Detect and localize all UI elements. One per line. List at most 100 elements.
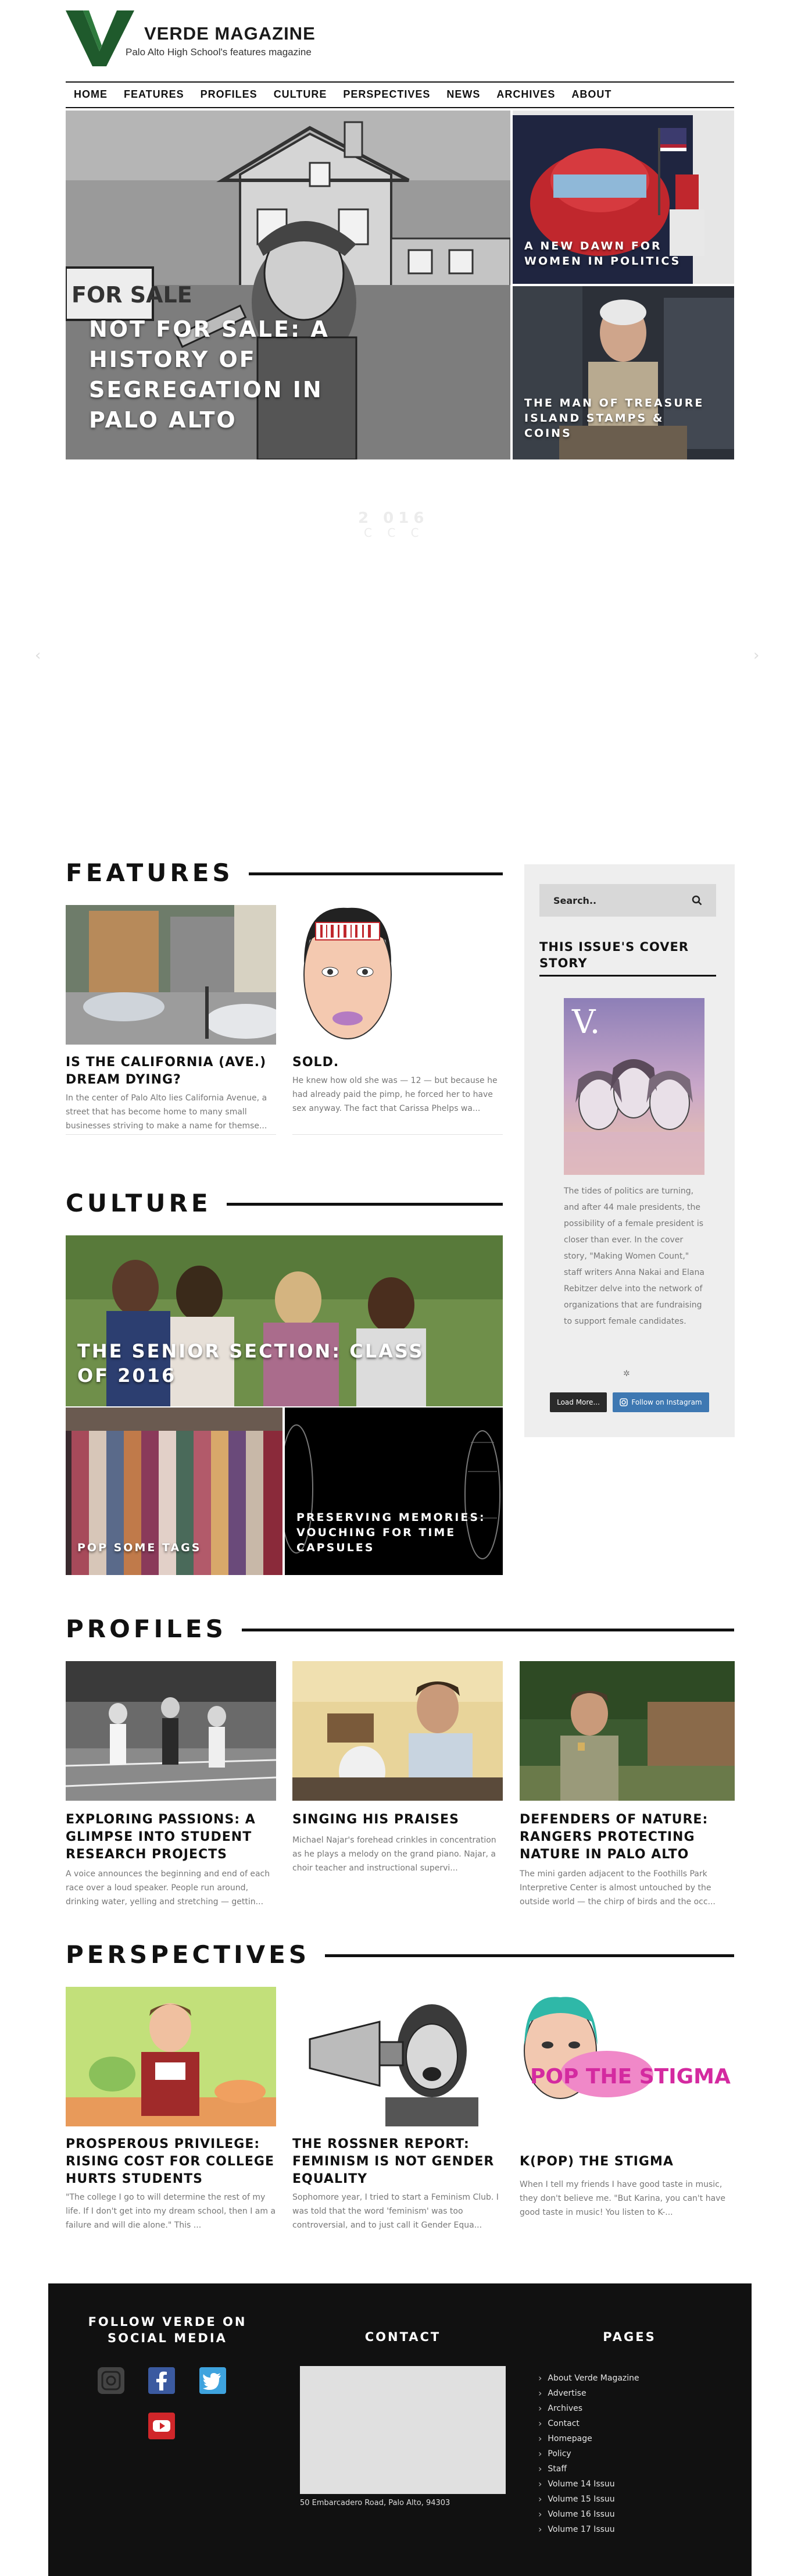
perspectives-heading[interactable]: PERSPECTIVES (66, 1940, 310, 1969)
profiles-card-2-excerpt: Michael Najar's forehead crinkles in con… (292, 1836, 496, 1873)
perspectives-card-3-image[interactable]: POP THE STIGMA (520, 1987, 735, 2126)
footer-page-link[interactable]: Staff (538, 2461, 713, 2477)
culture-tile-1-title[interactable]: POP SOME TAGS (77, 1540, 269, 1555)
site-title[interactable]: VERDE MAGAZINE (144, 23, 316, 44)
perspectives-card-1-excerpt: "The college I go to will determine the … (66, 2193, 276, 2230)
perspectives-card-3-title[interactable]: K(POP) THE STIGMA (520, 2153, 735, 2171)
nav-news[interactable]: NEWS (438, 85, 488, 105)
nav-home[interactable]: HOME (66, 85, 116, 105)
carousel-prev-arrow-icon[interactable]: ‹ (35, 647, 41, 664)
profiles-card-1-title[interactable]: EXPLORING PASSIONS: A GLIMPSE INTO STUDE… (66, 1811, 276, 1864)
footer-social-heading: FOLLOW VERDE ON SOCIAL MEDIA (88, 2315, 247, 2345)
culture-heading[interactable]: CULTURE (66, 1189, 212, 1217)
perspectives-card-2-image[interactable] (292, 1987, 503, 2126)
nav-features[interactable]: FEATURES (116, 85, 192, 105)
perspectives-rule (325, 1954, 734, 1957)
cover-letter: V. (571, 1003, 600, 1041)
nav-bottom-rule (66, 107, 734, 108)
features-card-2-excerpt: He knew how old she was — 12 — but becau… (292, 1076, 498, 1113)
contact-map[interactable] (300, 2366, 506, 2494)
profiles-rule (241, 1629, 734, 1631)
nav-profiles[interactable]: PROFILES (192, 85, 266, 105)
page: VERDE MAGAZINE Palo Alto High School's f… (0, 0, 794, 2576)
follow-instagram-button[interactable]: Follow on Instagram (613, 1392, 709, 1412)
footer-address: 50 Embarcadero Road, Palo Alto, 94303 (300, 2499, 450, 2507)
hero-side-title-2[interactable]: THE MAN OF TREASURE ISLAND STAMPS & COIN… (524, 396, 716, 441)
carousel-next-arrow-icon[interactable]: › (753, 647, 759, 664)
california-ave-photo (66, 905, 276, 1045)
loading-spinner-icon: ✲ (623, 1369, 630, 1378)
features-card-1-excerpt: In the center of Palo Alto lies Californ… (66, 1093, 267, 1131)
hero-main-story[interactable]: FOR SALE NOT FOR SALE: A HISTORY OF SEGR… (66, 111, 510, 459)
for-sale-sign-text: FOR SALE (71, 282, 192, 308)
features-card-1-divider (66, 1134, 276, 1135)
perspectives-card-1-image[interactable] (66, 1987, 276, 2126)
instagram-small-icon (620, 1398, 628, 1406)
features-card-2-title[interactable]: SOLD. (292, 1054, 503, 1071)
profiles-card-2-image[interactable] (292, 1661, 503, 1801)
footer-page-link[interactable]: Contact (538, 2416, 713, 2431)
park-ranger-photo (520, 1661, 735, 1801)
features-card-1-title[interactable]: IS THE CALIFORNIA (AVE.) DREAM DYING? (66, 1054, 276, 1089)
features-card-2-divider (292, 1134, 503, 1135)
footer-page-link[interactable]: Policy (538, 2446, 713, 2461)
footer-page-link[interactable]: Advertise (538, 2386, 713, 2401)
features-card-1-image[interactable] (66, 905, 276, 1045)
follow-instagram-label: Follow on Instagram (631, 1398, 702, 1406)
features-heading[interactable]: FEATURES (66, 858, 234, 887)
profiles-header: PROFILES (66, 1615, 734, 1643)
culture-main-story[interactable]: THE SENIOR SECTION: CLASS OF 2016 (66, 1235, 503, 1406)
nav-culture[interactable]: CULTURE (266, 85, 335, 105)
features-header: FEATURES (66, 858, 503, 887)
megaphone-illustration (292, 1987, 503, 2126)
hero-side-story-2[interactable]: THE MAN OF TREASURE ISLAND STAMPS & COIN… (513, 286, 734, 459)
footer-contact-heading: CONTACT (364, 2330, 441, 2344)
culture-tile-2-title[interactable]: PRESERVING MEMORIES: VOUCHING FOR TIME C… (296, 1510, 488, 1555)
nav-perspectives[interactable]: PERSPECTIVES (335, 85, 438, 105)
profiles-card-3-image[interactable] (520, 1661, 735, 1801)
features-card-2-image[interactable] (292, 905, 403, 1045)
kpop-art-text: POP THE STIGMA (530, 2065, 731, 2089)
hero-side-title-1[interactable]: A NEW DAWN FOR WOMEN IN POLITICS (524, 238, 716, 269)
footer-page-link[interactable]: Volume 16 Issuu (538, 2507, 713, 2522)
perspectives-card-1-title[interactable]: PROSPEROUS PRIVILEGE: RISING COST FOR CO… (66, 2136, 276, 2188)
facebook-icon[interactable] (147, 2366, 176, 2395)
footer-page-link[interactable]: Homepage (538, 2431, 713, 2446)
footer-page-link[interactable]: About Verde Magazine (538, 2371, 713, 2386)
culture-tile-2[interactable]: PRESERVING MEMORIES: VOUCHING FOR TIME C… (285, 1408, 503, 1575)
perspectives-card-3-excerpt: When I tell my friends I have good taste… (520, 2180, 726, 2217)
nav-about[interactable]: ABOUT (563, 85, 620, 105)
choir-teacher-photo (292, 1661, 503, 1801)
magazine-cover-illustration: V. (564, 998, 704, 1175)
footer-page-link[interactable]: Volume 17 Issuu (538, 2522, 713, 2537)
search-input[interactable]: Search.. (539, 884, 716, 917)
footer-page-link[interactable]: Volume 15 Issuu (538, 2492, 713, 2507)
kpop-illustration: POP THE STIGMA (520, 1987, 735, 2126)
footer-pages-list: About Verde Magazine Advertise Archives … (538, 2371, 713, 2537)
profiles-card-3-title[interactable]: DEFENDERS OF NATURE: RANGERS PROTECTING … (520, 1811, 735, 1864)
cover-image[interactable]: V. (564, 998, 704, 1175)
youtube-icon[interactable] (147, 2411, 176, 2440)
twitter-icon[interactable] (198, 2366, 227, 2395)
hero-main-title[interactable]: NOT FOR SALE: A HISTORY OF SEGREGATION I… (89, 314, 391, 435)
culture-tile-1[interactable]: POP SOME TAGS (66, 1408, 282, 1575)
profiles-card-1-excerpt: A voice announces the beginning and end … (66, 1869, 270, 1907)
sold-illustration (292, 905, 403, 1045)
footer-page-link[interactable]: Volume 14 Issuu (538, 2477, 713, 2492)
site-subtitle: Palo Alto High School's features magazin… (126, 47, 312, 58)
hero-side-story-1[interactable]: A NEW DAWN FOR WOMEN IN POLITICS (513, 111, 734, 284)
culture-header: CULTURE (66, 1189, 503, 1217)
load-more-button[interactable]: Load More... (550, 1392, 607, 1412)
profiles-card-1-image[interactable] (66, 1661, 276, 1801)
runners-photo (66, 1661, 276, 1801)
culture-main-title[interactable]: THE SENIOR SECTION: CLASS OF 2016 (77, 1339, 426, 1388)
search-icon[interactable] (692, 895, 702, 906)
profiles-card-2-title[interactable]: SINGING HIS PRAISES (292, 1811, 503, 1829)
nav-archives[interactable]: ARCHIVES (488, 85, 563, 105)
instagram-icon[interactable] (96, 2366, 126, 2395)
verde-logo[interactable] (66, 10, 134, 66)
footer-page-link[interactable]: Archives (538, 2401, 713, 2416)
perspectives-card-2-title[interactable]: THE ROSSNER REPORT: FEMINISM IS NOT GEND… (292, 2136, 503, 2188)
profiles-heading[interactable]: PROFILES (66, 1615, 227, 1643)
perspectives-header: PERSPECTIVES (66, 1940, 734, 1969)
